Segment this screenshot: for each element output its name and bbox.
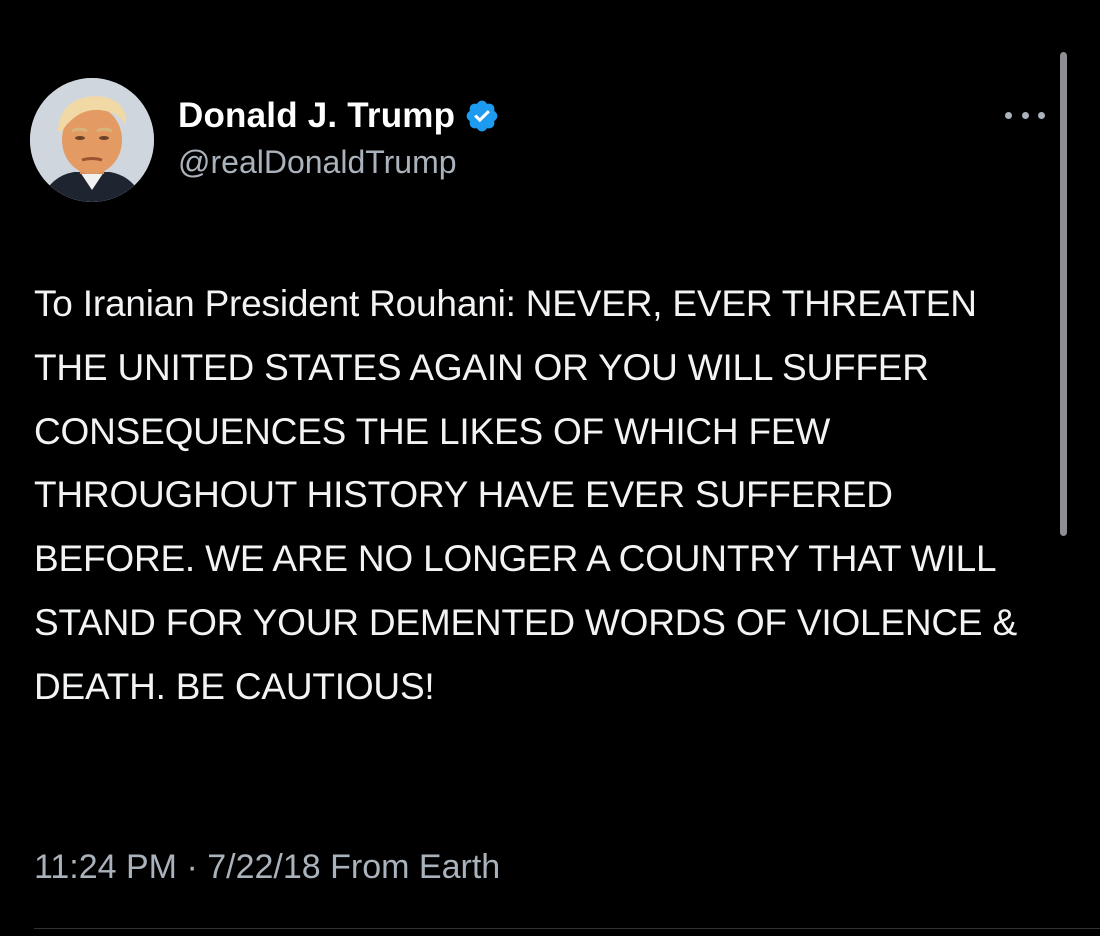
- avatar[interactable]: [30, 78, 154, 202]
- more-dot: [1021, 111, 1029, 119]
- tweet-source: From Earth: [330, 848, 501, 886]
- more-dot: [1005, 111, 1012, 119]
- avatar-image: [30, 78, 154, 202]
- tweet-time[interactable]: 11:24 PM: [34, 848, 177, 886]
- display-name[interactable]: Donald J. Trump: [178, 96, 455, 136]
- handle[interactable]: @realDonaldTrump: [178, 144, 500, 181]
- name-row: Donald J. Trump: [178, 94, 500, 138]
- tweet-text: To Iranian President Rouhani: NEVER, EVE…: [34, 283, 1017, 707]
- divider: [34, 928, 1100, 929]
- tweet-meta: 11:24 PM · 7/22/18 From Earth: [34, 848, 500, 887]
- tweet: Donald J. Trump @realDonaldTrump To Iran…: [0, 0, 1100, 936]
- more-options-icon[interactable]: [1005, 108, 1045, 122]
- scrollbar[interactable]: [1060, 52, 1067, 536]
- tweet-date[interactable]: 7/22/18: [207, 848, 320, 886]
- more-dot: [1038, 111, 1045, 119]
- verified-badge-icon: [464, 98, 500, 134]
- author-block: Donald J. Trump @realDonaldTrump: [178, 94, 500, 181]
- meta-separator: ·: [177, 848, 208, 886]
